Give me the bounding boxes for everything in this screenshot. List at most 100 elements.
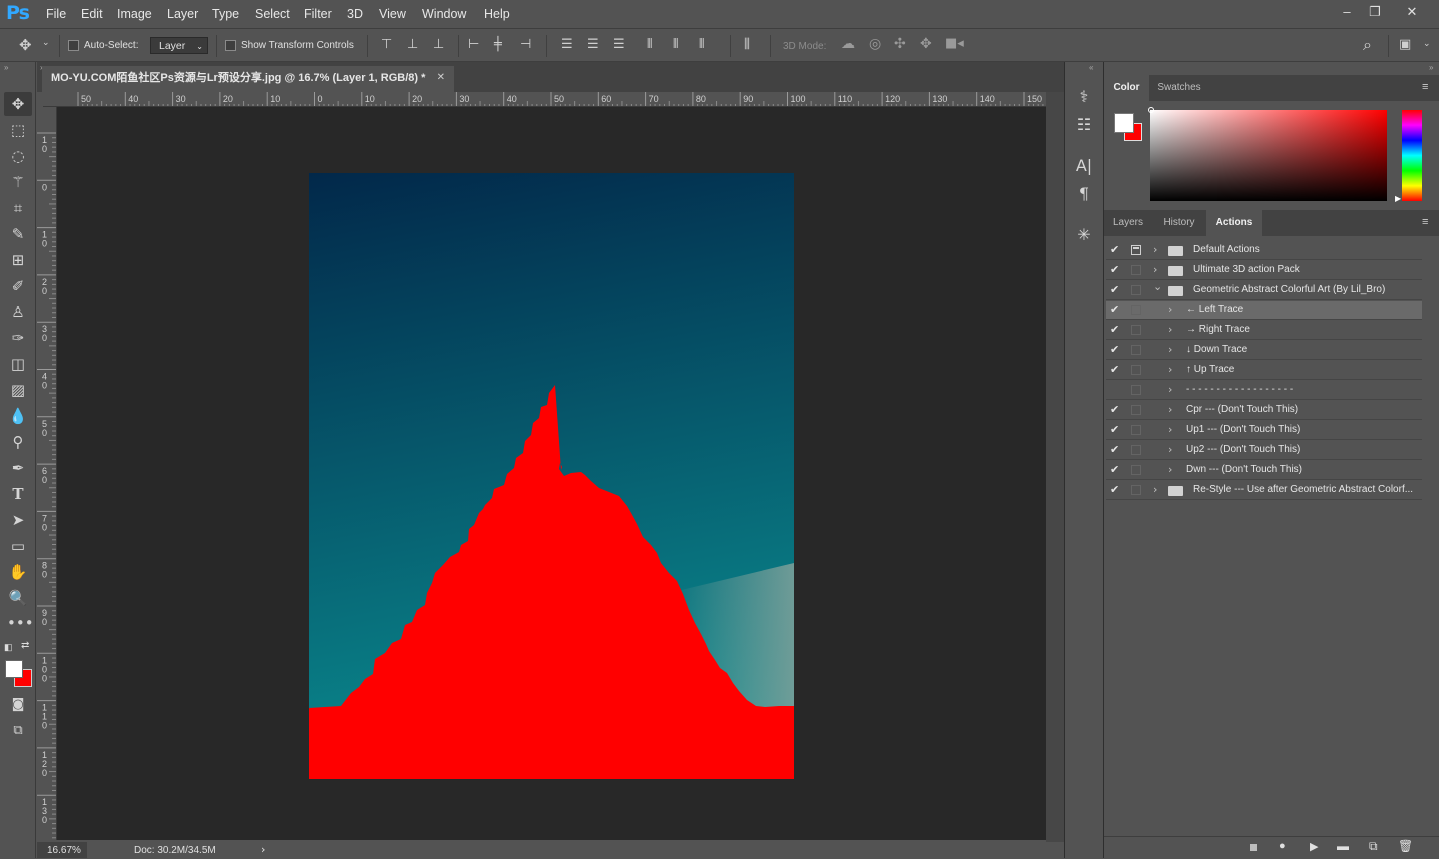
default-colors-icon[interactable]: ◧ [4,642,13,653]
zoom-tool-icon[interactable]: 🔍 [7,587,29,609]
tab-swatches[interactable]: Swatches [1150,75,1208,101]
vertical-scrollbar[interactable] [1046,92,1064,842]
quick-mask-icon[interactable]: ◙ [7,694,29,716]
chevron-right-icon[interactable]: › [1168,383,1172,396]
pen-tool-icon[interactable]: ✒ [7,457,29,479]
shape-tool-icon[interactable]: ▭ [7,535,29,557]
action-row[interactable]: ✔ › Re-Style --- Use after Geometric Abstr… [1106,481,1422,500]
action-row[interactable]: › - - - - - - - - - - - - - - - - - - [1106,381,1422,400]
status-chevron-icon[interactable]: › [261,843,265,856]
align-left-icon[interactable]: ⊢ [468,37,479,52]
chevron-right-icon[interactable]: › [1168,403,1172,416]
path-selection-tool-icon[interactable]: ➤ [7,509,29,531]
auto-select-checkbox[interactable] [68,40,79,51]
panel-foreground-swatch[interactable] [1114,113,1134,133]
distribute-hcenter-icon[interactable]: ⫴ [673,37,678,52]
stop-recording-icon[interactable] [1250,844,1257,851]
menu-3d[interactable]: 3D [347,7,363,21]
brush-tool-icon[interactable]: ✐ [7,275,29,297]
dialog-toggle-box[interactable] [1131,445,1141,455]
new-set-icon[interactable]: ▬ [1337,839,1349,853]
3d-slide-icon[interactable]: ✥ [920,36,932,52]
menu-select[interactable]: Select [255,7,290,21]
swap-colors-icon[interactable]: ⇄ [21,640,29,651]
action-row[interactable]: ✔ › Ultimate 3D action Pack [1106,261,1422,280]
dialog-toggle-box[interactable] [1131,485,1141,495]
gradient-tool-icon[interactable]: ▨ [7,379,29,401]
eyedropper-tool-icon[interactable]: ✎ [7,223,29,245]
delete-icon[interactable]: 🗑 [1398,839,1413,853]
record-icon[interactable]: ● [1279,840,1286,852]
menu-window[interactable]: Window [422,7,466,21]
menu-filter[interactable]: Filter [304,7,332,21]
blur-tool-icon[interactable]: 💧 [7,405,29,427]
chevron-right-icon[interactable]: › [1153,243,1157,256]
vertical-ruler[interactable]: 100102030405060708090100110120130 [37,107,57,840]
3d-pan-icon[interactable]: ✣ [894,36,906,52]
action-row[interactable]: ✔ ⌄ Geometric Abstract Colorful Art (By Li… [1106,280,1422,300]
menu-help[interactable]: Help [484,7,510,21]
tab-color[interactable]: Color [1104,75,1149,101]
chevron-right-icon[interactable]: › [1168,463,1172,476]
canvas-area[interactable] [57,107,1046,840]
menu-edit[interactable]: Edit [81,7,103,21]
align-bottom-icon[interactable]: ⊥ [433,37,444,52]
chevron-right-icon[interactable]: › [1168,343,1172,356]
lasso-tool-icon[interactable]: ◌ [7,145,29,167]
screen-mode-icon[interactable]: ⧉ [7,720,29,742]
zoom-level[interactable]: 16.67% [47,845,81,856]
brush-settings-icon[interactable]: ✳ [1073,225,1095,247]
3d-roll-icon[interactable]: ◎ [869,36,881,52]
dialog-toggle-box[interactable] [1131,305,1141,315]
align-right-icon[interactable]: ⊣ [520,37,531,52]
action-row[interactable]: ✔ › Up2 --- (Don't Touch This) [1106,441,1422,460]
workspace-chevron-icon[interactable]: ⌄ [1423,39,1431,49]
action-toggle-check-icon[interactable]: ✔ [1110,243,1124,256]
document-tab[interactable]: MO-YU.COM陌鱼社区Ps资源与Lr预设分享.jpg @ 16.7% (La… [42,66,454,92]
hue-marker-icon[interactable]: ▶ [1395,194,1401,203]
chevron-right-icon[interactable]: › [1168,363,1172,376]
magic-wand-tool-icon[interactable]: ⚚ [7,171,29,193]
menu-file[interactable]: File [46,7,66,21]
action-row[interactable]: ✔ › → Right Trace [1106,321,1422,340]
3d-orbit-icon[interactable]: ☁ [841,36,855,52]
tab-layers[interactable]: Layers [1104,210,1152,236]
menu-image[interactable]: Image [117,7,152,21]
menu-layer[interactable]: Layer [167,7,198,21]
action-toggle-check-icon[interactable]: ✔ [1110,423,1124,436]
minimize-icon[interactable]: – [1335,2,1359,22]
workspace-icon[interactable]: ▣ [1399,37,1411,52]
distribute-vcenter-icon[interactable]: ☰ [587,37,599,52]
dialog-toggle-box[interactable] [1131,285,1141,295]
action-toggle-check-icon[interactable]: ✔ [1110,483,1124,496]
dialog-toggle-box[interactable] [1131,245,1141,255]
dialog-toggle-box[interactable] [1131,405,1141,415]
new-action-icon[interactable]: ⧉ [1369,839,1378,854]
dodge-tool-icon[interactable]: ⚲ [7,431,29,453]
adjustments-icon[interactable]: ☷ [1073,115,1095,137]
chevron-right-icon[interactable]: › [1168,303,1172,316]
action-row[interactable]: ✔ › Cpr --- (Don't Touch This) [1106,401,1422,420]
action-row[interactable]: ✔ › ↑ Up Trace [1106,361,1422,380]
play-icon[interactable]: ▶ [1310,840,1318,853]
move-tool-icon[interactable]: ✥ [19,36,32,54]
brush-presets-icon[interactable]: ⚕ [1073,87,1095,109]
crop-tool-icon[interactable]: ⌗ [7,197,29,219]
align-vcenter-icon[interactable]: ⊥ [407,37,418,52]
hue-slider[interactable] [1402,110,1422,201]
tab-actions[interactable]: Actions [1206,210,1262,236]
dialog-toggle-box[interactable] [1131,465,1141,475]
chevron-down-icon[interactable]: ⌄ [1153,280,1162,293]
search-icon[interactable]: ⌕ [1363,35,1372,55]
collapse-tools-icon[interactable]: » [4,63,8,72]
chevron-right-icon[interactable]: › [1153,263,1157,276]
action-toggle-check-icon[interactable]: ✔ [1110,263,1124,276]
show-transform-checkbox[interactable] [225,40,236,51]
action-toggle-check-icon[interactable]: ✔ [1110,343,1124,356]
dialog-toggle-box[interactable] [1131,345,1141,355]
close-icon[interactable]: ✕ [1400,2,1424,22]
3d-scale-icon[interactable]: ■◂ [945,36,964,51]
color-panel-menu-icon[interactable]: ≡ [1422,81,1428,93]
distribute-bottom-icon[interactable]: ☰ [613,37,625,52]
action-toggle-check-icon[interactable]: ✔ [1110,303,1124,316]
